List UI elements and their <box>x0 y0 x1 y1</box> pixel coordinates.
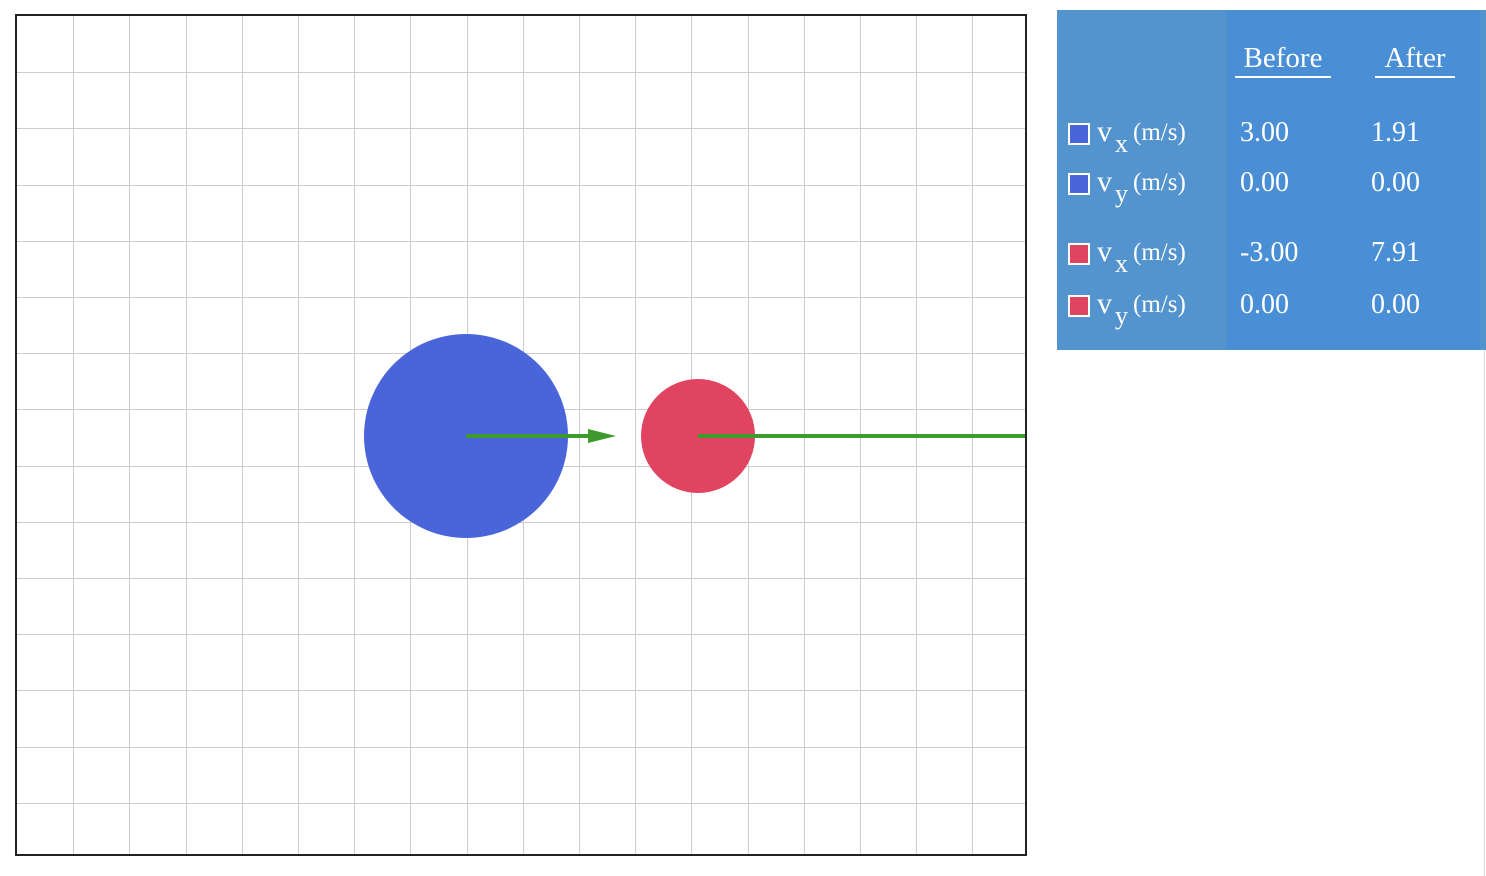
red-vy-after: 0.00 <box>1371 289 1420 320</box>
red-vy-before: 0.00 <box>1240 289 1289 320</box>
velocity-symbol: v <box>1097 115 1112 148</box>
blue-ball-swatch <box>1068 123 1090 145</box>
red-vx-row: v x (m/s) -3.00 7.91 <box>1057 235 1486 279</box>
blue-ball-swatch <box>1068 173 1090 195</box>
velocity-table: Before After v x (m/s) 3.00 1.91 v y (m/… <box>1057 10 1486 350</box>
after-header: After <box>1375 40 1455 78</box>
red-vy-row: v y (m/s) 0.00 0.00 <box>1057 287 1486 331</box>
velocity-unit: (m/s) <box>1133 169 1186 196</box>
velocity-unit: (m/s) <box>1133 291 1186 318</box>
velocity-subscript: x <box>1115 129 1128 158</box>
velocity-symbol: v <box>1097 287 1112 320</box>
velocity-unit: (m/s) <box>1133 119 1186 146</box>
blue-velocity-arrow-head[interactable] <box>588 429 616 443</box>
velocity-symbol: v <box>1097 235 1112 268</box>
velocity-subscript: y <box>1115 301 1128 330</box>
red-ball-swatch <box>1068 243 1090 265</box>
blue-vy-row: v y (m/s) 0.00 0.00 <box>1057 165 1486 209</box>
red-ball-swatch <box>1068 295 1090 317</box>
collision-simulation: Before After v x (m/s) 3.00 1.91 v y (m/… <box>0 0 1486 876</box>
simulation-svg <box>17 16 1025 854</box>
before-header: Before <box>1235 40 1331 78</box>
blue-vy-after: 0.00 <box>1371 167 1420 198</box>
blue-vx-after: 1.91 <box>1371 117 1420 148</box>
velocity-symbol: v <box>1097 165 1112 198</box>
red-vx-before: -3.00 <box>1240 237 1299 268</box>
velocity-subscript: y <box>1115 179 1128 208</box>
blue-vx-before: 3.00 <box>1240 117 1289 148</box>
simulation-canvas[interactable] <box>15 14 1027 856</box>
red-vx-after: 7.91 <box>1371 237 1420 268</box>
blue-vy-before: 0.00 <box>1240 167 1289 198</box>
blue-vx-row: v x (m/s) 3.00 1.91 <box>1057 115 1486 159</box>
velocity-unit: (m/s) <box>1133 239 1186 266</box>
window-edge-divider <box>1484 350 1485 876</box>
velocity-subscript: x <box>1115 249 1128 278</box>
